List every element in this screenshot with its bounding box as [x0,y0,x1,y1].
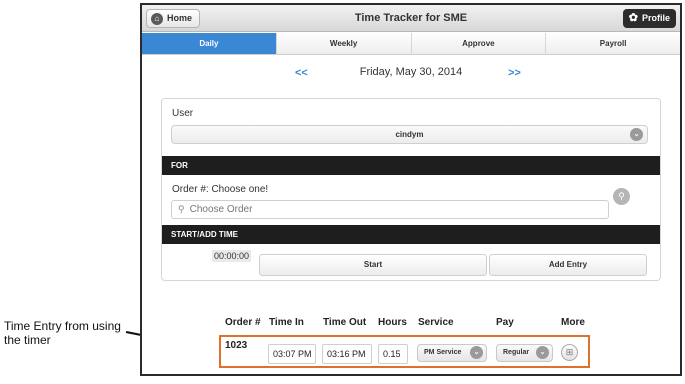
pay-value: Regular [503,349,530,356]
app-frame: ⌂ Home Time Tracker for SME ✿ Profile Da… [140,3,682,376]
current-date: Friday, May 30, 2014 [359,66,463,78]
column-header-hours: Hours [378,317,407,328]
home-icon: ⌂ [151,12,163,25]
tab-approve[interactable]: Approve [411,33,547,54]
order-placeholder: Choose Order [189,204,253,215]
tab-weekly[interactable]: Weekly [276,33,412,54]
for-section-header: FOR [162,156,660,175]
user-select[interactable]: cindym ⌄ [171,125,648,144]
hours-field[interactable]: 0.15 [378,344,408,364]
previous-day-button[interactable]: << [295,67,308,79]
profile-label: Profile [641,13,670,23]
order-search-input[interactable]: ⚲ Choose Order [171,200,609,219]
column-header-order: Order # [225,317,261,328]
tab-payroll[interactable]: Payroll [546,33,680,54]
order-search-button[interactable]: ⚲ [613,188,630,205]
tab-daily[interactable]: Daily [142,33,277,54]
service-value: PM Service [424,349,462,356]
user-selected-value: cindym [395,130,424,139]
entry-form: User cindym ⌄ FOR Order #: Choose one! ⚲… [161,98,661,281]
search-icon: ⚲ [178,204,185,214]
chevron-down-icon: ⌄ [630,128,643,141]
home-button[interactable]: ⌂ Home [146,9,201,28]
date-navigation: << Friday, May 30, 2014 >> [142,63,680,83]
pay-select[interactable]: Regular ⌄ [496,344,553,362]
column-header-service: Service [418,317,454,328]
entry-order-number: 1023 [225,340,248,351]
start-button[interactable]: Start [259,254,487,276]
home-label: Home [167,13,193,23]
nav-tabs: Daily Weekly Approve Payroll [142,33,680,55]
chevron-down-icon: ⌄ [536,346,549,359]
profile-button[interactable]: ✿ Profile [622,9,676,28]
time-out-field[interactable]: 03:16 PM [322,344,372,364]
add-entry-button[interactable]: Add Entry [489,254,647,276]
gear-icon: ✿ [628,12,638,24]
app-title: Time Tracker for SME [354,12,468,24]
column-header-time-in: Time In [269,317,304,328]
next-day-button[interactable]: >> [508,67,521,79]
column-header-more: More [561,317,585,328]
column-header-pay: Pay [496,317,514,328]
more-options-button[interactable]: ⊞ [561,344,578,361]
grid-icon: ⊞ [565,347,574,357]
chevron-down-icon: ⌄ [470,346,483,359]
user-label: User [172,108,194,119]
time-in-field[interactable]: 03:07 PM [268,344,316,364]
start-add-time-header: START/ADD TIME [162,225,660,244]
column-header-time-out: Time Out [323,317,367,328]
order-label: Order #: Choose one! [172,184,269,195]
top-bar: ⌂ Home Time Tracker for SME ✿ Profile [142,5,680,32]
annotation-text: Time Entry from using the timer [4,319,121,347]
service-select[interactable]: PM Service ⌄ [417,344,487,362]
timer-display: 00:00:00 [212,250,252,262]
